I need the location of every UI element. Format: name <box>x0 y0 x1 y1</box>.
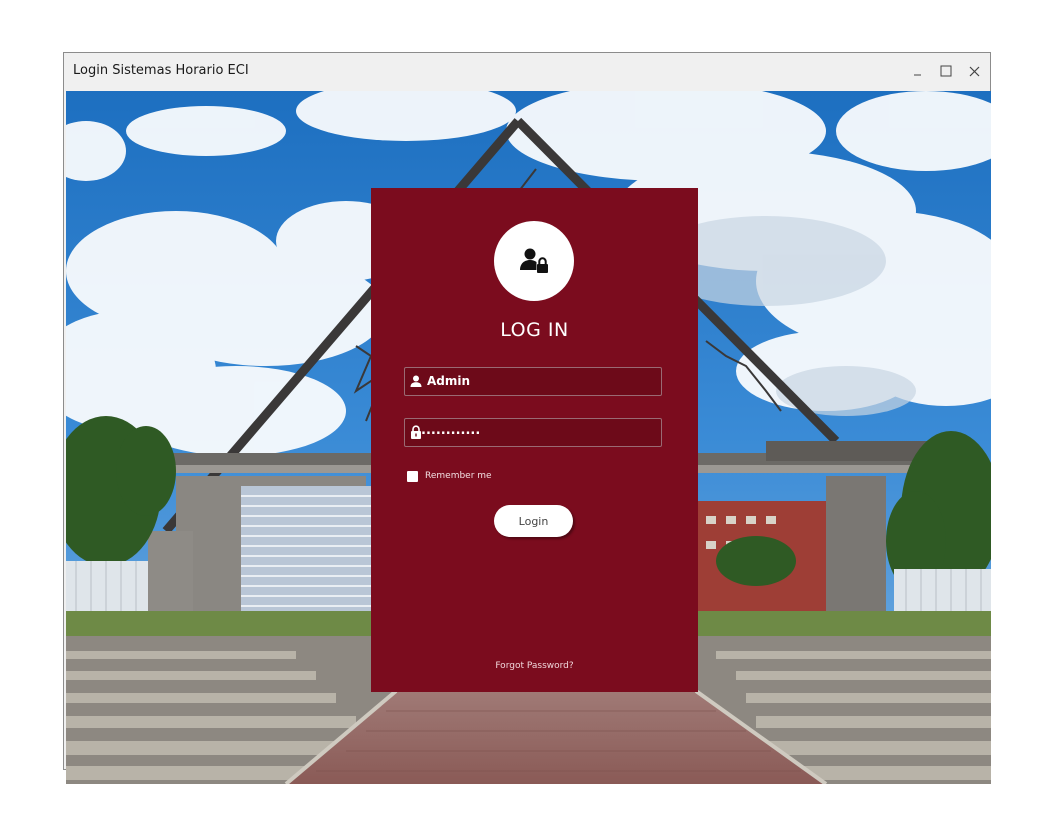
login-button[interactable]: Login <box>494 505 573 537</box>
user-icon <box>410 375 422 387</box>
minimize-icon <box>914 74 921 76</box>
maximize-icon <box>940 65 952 77</box>
password-value: ............ <box>421 423 481 438</box>
username-value: Admin <box>427 374 471 388</box>
page-title: LOG IN <box>500 319 569 341</box>
password-field[interactable]: ............ <box>404 418 662 447</box>
user-lock-icon <box>520 248 548 273</box>
title-bar[interactable]: Login Sistemas Horario ECI <box>64 53 990 89</box>
login-panel: LOG IN Admin ............ Remember me Lo… <box>371 188 698 692</box>
window-title: Login Sistemas Horario ECI <box>73 63 249 78</box>
forgot-password-link[interactable]: Forgot Password? <box>371 661 698 671</box>
login-window: Login Sistemas Horario ECI LOG IN Admin … <box>63 52 991 784</box>
window-content: LOG IN Admin ............ Remember me Lo… <box>66 91 991 784</box>
close-icon <box>969 66 979 76</box>
remember-checkbox[interactable] <box>407 471 418 482</box>
username-field[interactable]: Admin <box>404 367 662 396</box>
minimize-button[interactable] <box>904 53 932 89</box>
maximize-button[interactable] <box>932 53 960 89</box>
remember-label: Remember me <box>425 471 492 481</box>
avatar <box>494 221 574 301</box>
close-button[interactable] <box>960 53 988 89</box>
